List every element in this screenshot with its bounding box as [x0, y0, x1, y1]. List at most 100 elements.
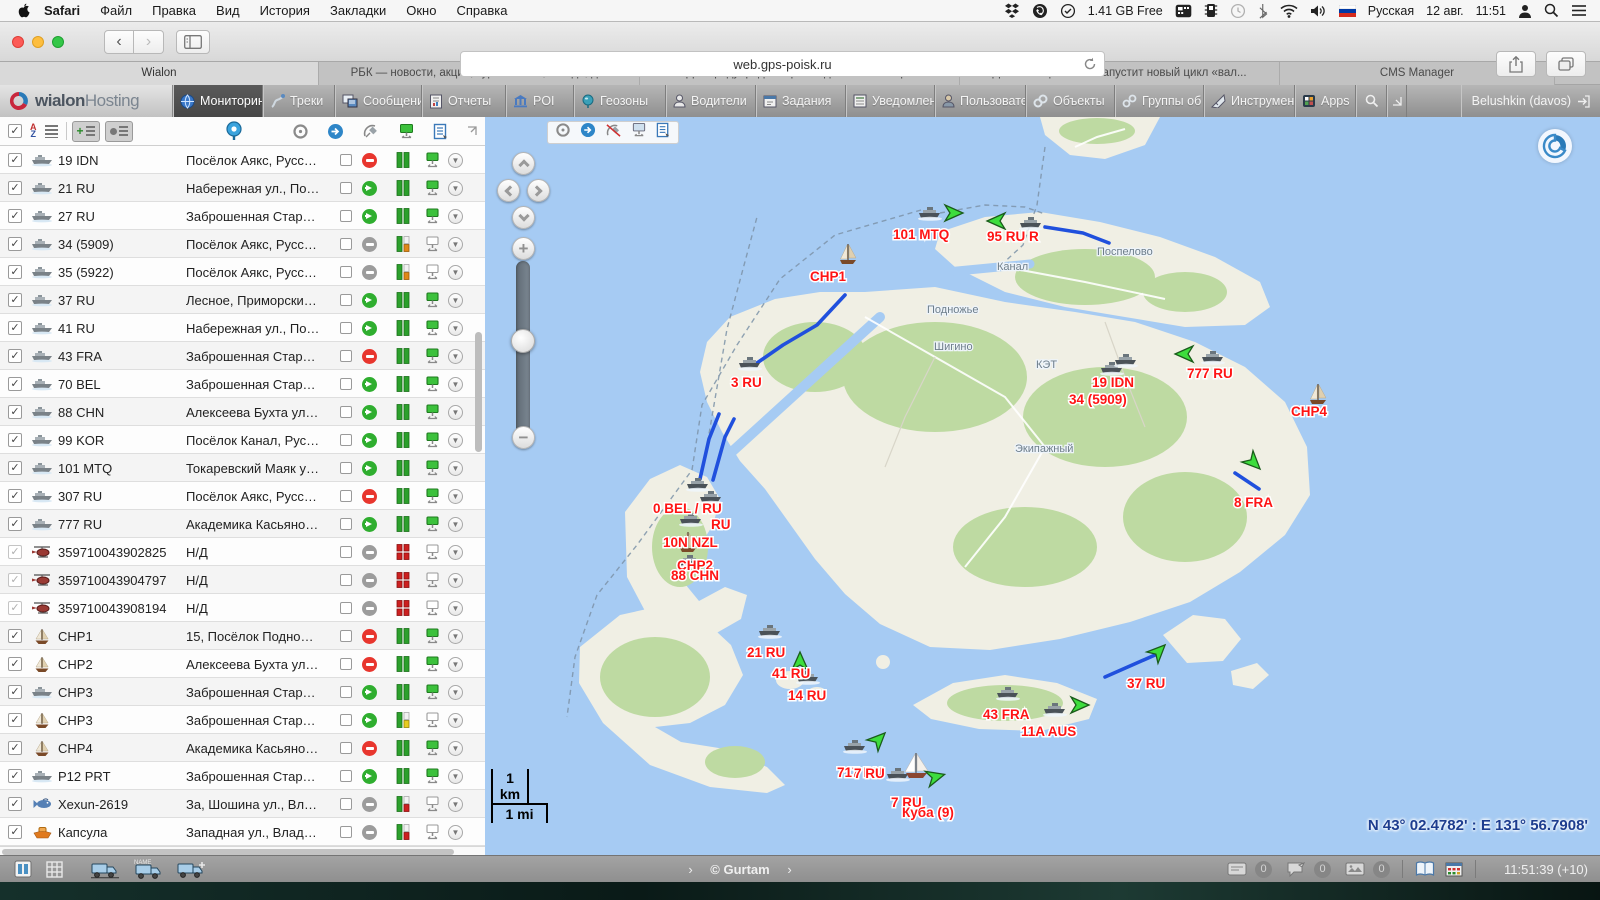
unit-visibility-checkbox[interactable]: ✓	[8, 762, 22, 790]
unit-visibility-checkbox[interactable]: ✓	[8, 538, 22, 566]
unit-marker-boat[interactable]	[843, 740, 867, 754]
unit-menu-button[interactable]: ▼	[448, 174, 463, 202]
unit-menu-button[interactable]: ▼	[448, 482, 463, 510]
unit-name[interactable]: 777 RU	[58, 510, 184, 538]
direction-arrow-marker[interactable]	[945, 205, 963, 221]
unit-row[interactable]: ✓777 RUАкадемика Касьяно…▼	[0, 510, 485, 538]
unit-menu-button[interactable]: ▼	[448, 202, 463, 230]
menu-file[interactable]: Файл	[90, 0, 142, 22]
menu-safari[interactable]: Safari	[34, 0, 90, 22]
zoom-slider-knob[interactable]	[511, 329, 535, 353]
pan-right-button[interactable]	[527, 179, 550, 202]
unit-row[interactable]: ✓21 RUНабережная ул., По…▼	[0, 174, 485, 202]
unit-select-checkbox[interactable]	[340, 538, 352, 566]
nav-item-tools[interactable]: Инструменты	[1204, 85, 1295, 117]
unit-menu-button[interactable]: ▼	[448, 566, 463, 594]
unit-row[interactable]: ✓37 RUЛесное, Приморски…▼	[0, 286, 485, 314]
unit-name[interactable]: 21 RU	[58, 174, 184, 202]
unit-select-checkbox[interactable]	[340, 790, 352, 818]
unit-menu-button[interactable]: ▼	[448, 426, 463, 454]
nav-item-reports[interactable]: Отчеты	[422, 85, 506, 117]
unit-select-checkbox[interactable]	[340, 734, 352, 762]
unit-select-checkbox[interactable]	[340, 566, 352, 594]
unit-menu-button[interactable]: ▼	[448, 510, 463, 538]
unit-select-checkbox[interactable]	[340, 146, 352, 174]
menubar-date[interactable]: 12 авг.	[1423, 4, 1466, 18]
unit-select-checkbox[interactable]	[340, 818, 352, 846]
unit-visibility-checkbox[interactable]: ✓	[8, 734, 22, 762]
unit-row[interactable]: ✓359710043908194Н/Д▼	[0, 594, 485, 622]
unit-name[interactable]: 27 RU	[58, 202, 184, 230]
unit-row[interactable]: ✓35 (5922)Посёлок Аякс, Русс…▼	[0, 258, 485, 286]
unit-menu-button[interactable]: ▼	[448, 454, 463, 482]
unit-name[interactable]: 41 RU	[58, 314, 184, 342]
unit-menu-button[interactable]: ▼	[448, 678, 463, 706]
unit-row[interactable]: ✓CHP115, Посёлок Подно…▼	[0, 622, 485, 650]
unit-visibility-checkbox[interactable]: ✓	[8, 650, 22, 678]
unit-row[interactable]: ✓70 BELЗаброшенная Стар…▼	[0, 370, 485, 398]
unit-menu-button[interactable]: ▼	[448, 314, 463, 342]
browser-tab-0[interactable]: Wialon	[0, 62, 319, 85]
unit-select-checkbox[interactable]	[340, 622, 352, 650]
user-account[interactable]: Belushkin (davos)	[1461, 85, 1600, 117]
unit-menu-button[interactable]: ▼	[448, 286, 463, 314]
nav-item-objects[interactable]: Объекты	[1026, 85, 1115, 117]
unit-marker-boat[interactable]	[918, 207, 942, 221]
nav-item-globe[interactable]: Мониторинг	[173, 85, 263, 117]
unit-name[interactable]: 19 IDN	[58, 146, 184, 174]
unit-marker-sailwhite[interactable]	[905, 753, 928, 778]
unit-visibility-checkbox[interactable]: ✓	[8, 510, 22, 538]
grid-view-icon[interactable]	[46, 861, 63, 878]
map-provider-logo[interactable]	[1538, 129, 1572, 163]
menu-edit[interactable]: Правка	[142, 0, 206, 22]
unit-select-checkbox[interactable]	[340, 286, 352, 314]
chat-counter-icon[interactable]	[1286, 861, 1306, 877]
show-unit-names-icon[interactable]: NAME	[133, 858, 163, 880]
nav-item-groups[interactable]: Группы об	[1115, 85, 1204, 117]
menubar-time[interactable]: 11:51	[1473, 4, 1509, 18]
unit-name[interactable]: CHP4	[58, 734, 184, 762]
data-accuracy-icon[interactable]	[398, 123, 415, 140]
unit-name[interactable]: 43 FRA	[58, 342, 184, 370]
nav-item-poi[interactable]: POI	[506, 85, 574, 117]
show-on-map-icon[interactable]	[327, 123, 344, 140]
unit-menu-button[interactable]: ▼	[448, 622, 463, 650]
panel-collapse-icon[interactable]	[14, 860, 32, 878]
unit-visibility-checkbox[interactable]: ✓	[8, 230, 22, 258]
map-data-accuracy-icon[interactable]	[631, 122, 647, 143]
map-satellite-off-icon[interactable]	[605, 123, 622, 143]
back-button[interactable]: ‹	[104, 30, 134, 54]
unit-select-checkbox[interactable]	[340, 342, 352, 370]
unit-name[interactable]: Капсула	[58, 818, 184, 846]
unit-menu-button[interactable]: ▼	[448, 538, 463, 566]
photos-counter-icon[interactable]	[1345, 862, 1365, 876]
unit-row[interactable]: ✓CHP2Алексеева Бухта ул…▼	[0, 650, 485, 678]
unit-menu-button[interactable]: ▼	[448, 706, 463, 734]
unit-visibility-checkbox[interactable]: ✓	[8, 818, 22, 846]
filter-list-button[interactable]	[105, 121, 133, 142]
minimize-window-button[interactable]	[32, 36, 44, 48]
unit-name[interactable]: 359710043908194	[58, 594, 184, 622]
copyright-label[interactable]: © Gurtam	[710, 862, 769, 877]
direction-arrow-marker[interactable]	[925, 767, 947, 787]
unit-menu-button[interactable]: ▼	[448, 230, 463, 258]
unit-menu-button[interactable]: ▼	[448, 734, 463, 762]
unit-menu-button[interactable]: ▼	[448, 594, 463, 622]
spotlight-icon[interactable]	[1541, 0, 1562, 22]
unit-row[interactable]: ✓P12 PRTЗаброшенная Стар…▼	[0, 762, 485, 790]
unit-visibility-checkbox[interactable]: ✓	[8, 482, 22, 510]
nav-item-drivers[interactable]: Водители	[666, 85, 756, 117]
unit-select-checkbox[interactable]	[340, 314, 352, 342]
unit-visibility-checkbox[interactable]: ✓	[8, 202, 22, 230]
unit-visibility-checkbox[interactable]: ✓	[8, 342, 22, 370]
nav-item-messages[interactable]: Сообщения	[335, 85, 422, 117]
unit-select-checkbox[interactable]	[340, 174, 352, 202]
unit-select-checkbox[interactable]	[340, 706, 352, 734]
unit-visibility-checkbox[interactable]: ✓	[8, 398, 22, 426]
unit-row[interactable]: ✓88 CHNАлексеева Бухта ул…▼	[0, 398, 485, 426]
unit-row[interactable]: ✓43 FRAЗаброшенная Стар…▼	[0, 342, 485, 370]
forward-button[interactable]: ›	[134, 30, 164, 54]
map-show-units-icon[interactable]	[580, 122, 596, 143]
menu-window[interactable]: Окно	[396, 0, 446, 22]
unit-row[interactable]: ✓99 KORПосёлок Канал, Рус…▼	[0, 426, 485, 454]
